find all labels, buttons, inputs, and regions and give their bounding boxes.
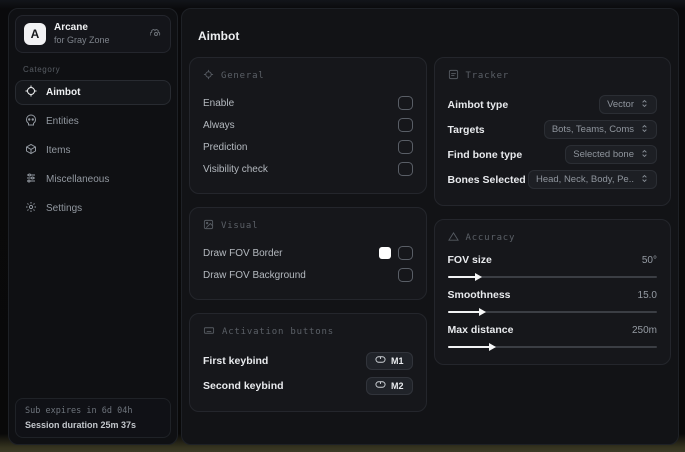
smoothness-group: Smoothness 15.0 [447,289,657,316]
aimbot-type-select[interactable]: Vector [599,95,657,114]
activation-buttons-card: Activation buttons First keybind M1 Seco… [189,313,427,412]
subscription-info: Sub expires in 6d 04h Session duration 2… [15,398,171,438]
section-title: General [221,71,265,81]
section-title: Tracker [465,71,510,81]
sidebar-item-aimbot[interactable]: Aimbot [15,79,171,105]
fov-size-value: 50° [641,254,657,266]
max-distance-group: Max distance 250m [447,324,657,351]
enable-checkbox[interactable] [397,96,413,110]
mouse-icon [375,355,386,366]
crosshair-icon [203,69,214,83]
second-keybind-button[interactable]: M2 [365,376,413,395]
gear-icon[interactable] [150,28,162,40]
draw-fov-border-checkbox[interactable] [397,246,413,260]
find-bone-type-select[interactable]: Selected bone [565,145,657,164]
always-label: Always [203,119,235,131]
targets-label: Targets [447,123,485,136]
page-title: Aimbot [198,29,240,43]
fov-size-group: FOV size 50° [447,254,657,281]
tracker-card: Tracker Aimbot type Vector Targets Bots,… [433,57,671,206]
slider-thumb[interactable] [489,343,497,351]
keybind-value: M1 [390,355,404,366]
sidebar-item-label: Aimbot [46,86,81,98]
fov-border-color-swatch[interactable] [378,247,391,259]
slider-thumb[interactable] [474,273,482,281]
bones-selected-label: Bones Selected [447,173,526,186]
app-name: Arcane [54,22,88,33]
max-distance-value: 250m [631,324,657,336]
section-title: Accuracy [465,233,516,243]
always-checkbox[interactable] [397,118,413,132]
smoothness-label: Smoothness [447,289,511,301]
section-title: Visual [221,221,259,231]
sidebar-item-label: Entities [46,115,79,127]
sidebar-item-items[interactable]: Items [15,138,171,163]
select-value: Selected bone [573,149,634,160]
app-logo: A [24,22,46,45]
second-keybind-label: Second keybind [203,379,284,392]
tracker-icon [448,69,459,83]
slider-thumb[interactable] [479,308,487,316]
session-duration-text: Session duration 25m 37s [25,420,137,430]
visibility-check-label: Visibility check [203,163,268,175]
aimbot-type-label: Aimbot type [447,98,509,111]
enable-label: Enable [203,97,235,109]
smoothness-slider[interactable] [447,308,657,316]
sidebar-nav: Aimbot Entities Items Miscellaneous Sett… [15,79,171,221]
first-keybind-button[interactable]: M1 [365,351,413,370]
fov-size-label: FOV size [447,254,492,266]
section-title: Activation buttons [222,327,334,337]
prediction-checkbox[interactable] [397,140,413,154]
select-value: Vector [607,99,634,110]
category-label: Category [23,64,61,74]
draw-fov-border-label: Draw FOV Border [203,247,283,259]
sidebar-item-label: Miscellaneous [46,173,110,185]
app-subtitle: for Gray Zone [54,34,110,45]
mouse-icon [375,380,386,391]
cube-icon [25,143,37,158]
sidebar-item-settings[interactable]: Settings [15,196,171,221]
chevrons-up-down-icon [640,99,649,111]
bones-selected-select[interactable]: Head, Neck, Body, Pe.. [527,170,657,189]
sliders-icon [25,172,37,187]
app-brand: A Arcane for Gray Zone [15,15,171,53]
triangle-icon [447,231,459,245]
fov-size-slider[interactable] [447,273,657,281]
sub-expiry-text: Sub expires in 6d 04h [25,406,133,416]
main-panel: Aimbot General Enable Always Prediction … [181,8,679,445]
keyboard-icon [203,325,215,339]
keybind-value: M2 [390,380,404,391]
accuracy-card: Accuracy FOV size 50° Smoothness 15.0 Ma… [433,219,671,365]
sidebar-item-label: Items [46,144,71,156]
prediction-label: Prediction [203,141,248,153]
sidebar-item-entities[interactable]: Entities [15,109,171,134]
max-distance-label: Max distance [447,324,514,336]
max-distance-slider[interactable] [447,343,657,351]
select-value: Bots, Teams, Coms [551,124,634,135]
find-bone-type-label: Find bone type [447,148,523,161]
visibility-check-checkbox[interactable] [397,162,413,176]
visual-card: Visual Draw FOV Border Draw FOV Backgrou… [189,207,427,300]
draw-fov-background-checkbox[interactable] [397,268,413,282]
first-keybind-label: First keybind [203,354,269,367]
crosshair-icon [25,85,37,100]
sidebar-item-miscellaneous[interactable]: Miscellaneous [15,167,171,192]
sidebar-item-label: Settings [46,202,83,214]
chevrons-up-down-icon [640,174,649,186]
image-icon [203,219,214,233]
chevrons-up-down-icon [640,149,649,161]
gear-icon [25,201,37,216]
draw-fov-background-label: Draw FOV Background [203,269,306,281]
sidebar: A Arcane for Gray Zone Category Aimbot E… [8,8,178,445]
select-value: Head, Neck, Body, Pe.. [535,174,634,185]
targets-select[interactable]: Bots, Teams, Coms [543,120,657,139]
chevrons-up-down-icon [640,124,649,136]
smoothness-value: 15.0 [637,289,657,301]
general-card: General Enable Always Prediction Visibil… [189,57,427,194]
skull-icon [25,114,37,129]
